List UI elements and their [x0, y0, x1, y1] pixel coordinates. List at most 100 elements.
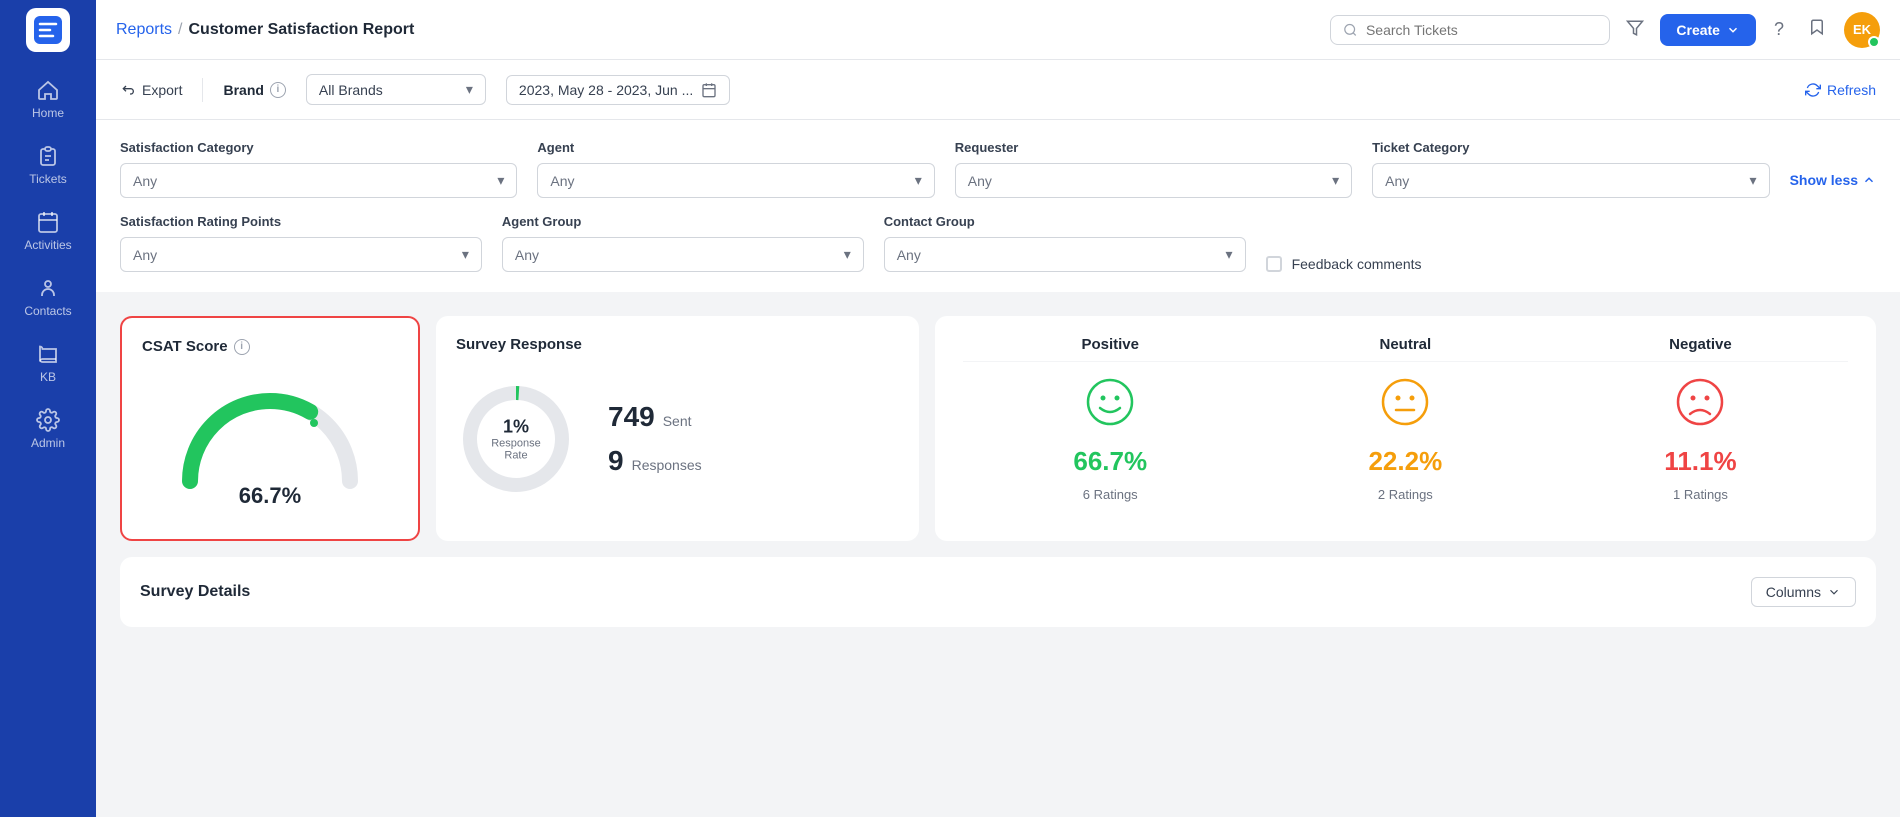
feedback-label: Feedback comments: [1292, 256, 1422, 272]
responses-stat: 9 Responses: [608, 445, 702, 477]
avatar-initials: EK: [1853, 22, 1871, 37]
survey-stats: 749 Sent 9 Responses: [608, 401, 702, 477]
show-less-label: Show less: [1790, 172, 1858, 188]
satisfaction-rating-value: Any: [133, 247, 157, 263]
csat-title-text: CSAT Score: [142, 338, 228, 355]
breadcrumb-separator: /: [178, 21, 182, 39]
agent-group-label: Agent Group: [502, 214, 864, 229]
sidebar-tickets-label: Tickets: [29, 172, 67, 186]
ratings-header: Positive Neutral Negative: [963, 336, 1848, 362]
toolbar: Export Brand i All Brands 2023, May 28 -…: [96, 60, 1900, 120]
admin-icon: [36, 408, 60, 432]
breadcrumb-current-page: Customer Satisfaction Report: [188, 21, 414, 39]
topnav: Reports / Customer Satisfaction Report C…: [96, 0, 1900, 60]
satisfaction-rating-select[interactable]: Any: [120, 237, 482, 272]
agent-chevron: [915, 172, 922, 189]
satisfaction-category-value: Any: [133, 173, 157, 189]
columns-chevron-icon: [1827, 585, 1841, 599]
filter-button[interactable]: [1622, 15, 1648, 44]
sidebar-item-admin[interactable]: Admin: [8, 398, 88, 460]
search-bar: [1330, 15, 1610, 45]
survey-details-title: Survey Details: [140, 583, 250, 601]
csat-score-card: CSAT Score i 66.7%: [120, 316, 420, 541]
csat-info-icon[interactable]: i: [234, 339, 250, 355]
columns-button[interactable]: Columns: [1751, 577, 1856, 607]
create-button[interactable]: Create: [1660, 14, 1756, 46]
agent-filter: Agent Any: [537, 140, 934, 198]
sidebar-item-tickets[interactable]: Tickets: [8, 134, 88, 196]
contact-group-filter: Contact Group Any: [884, 214, 1246, 272]
sidebar-item-activities[interactable]: Activities: [8, 200, 88, 262]
avatar[interactable]: EK: [1844, 12, 1880, 48]
ticket-category-value: Any: [1385, 173, 1409, 189]
help-button[interactable]: ?: [1768, 13, 1790, 46]
agent-select[interactable]: Any: [537, 163, 934, 198]
ticket-category-select[interactable]: Any: [1372, 163, 1769, 198]
sidebar-item-kb[interactable]: KB: [8, 332, 88, 394]
survey-details-section: Survey Details Columns: [120, 557, 1876, 627]
negative-header: Negative: [1553, 336, 1848, 353]
create-label: Create: [1676, 22, 1720, 38]
filters-section: Satisfaction Category Any Agent Any Requ…: [96, 120, 1900, 292]
kb-icon: [36, 342, 60, 366]
requester-filter: Requester Any: [955, 140, 1352, 198]
sent-count: 749: [608, 401, 655, 433]
contact-group-label: Contact Group: [884, 214, 1246, 229]
gauge-chart: [170, 381, 370, 491]
sidebar-item-contacts[interactable]: Contacts: [8, 266, 88, 328]
ratings-card: Positive Neutral Negative: [935, 316, 1876, 541]
ticket-category-filter: Ticket Category Any: [1372, 140, 1769, 198]
toolbar-divider: [202, 78, 203, 102]
home-icon: [36, 78, 60, 102]
main-content: Reports / Customer Satisfaction Report C…: [96, 0, 1900, 817]
sent-stat: 749 Sent: [608, 401, 702, 433]
columns-label: Columns: [1766, 584, 1821, 600]
requester-label: Requester: [955, 140, 1352, 155]
bookmark-button[interactable]: [1802, 12, 1832, 47]
satisfaction-rating-chevron: [462, 246, 469, 263]
date-range-picker[interactable]: 2023, May 28 - 2023, Jun ...: [506, 75, 730, 105]
search-icon: [1343, 22, 1358, 38]
cards-area: CSAT Score i 66.7%: [96, 300, 1900, 557]
sidebar-item-home[interactable]: Home: [8, 68, 88, 130]
ticket-category-label: Ticket Category: [1372, 140, 1769, 155]
breadcrumb-reports[interactable]: Reports: [116, 21, 172, 39]
satisfaction-rating-filter: Satisfaction Rating Points Any: [120, 214, 482, 272]
neutral-face: [1381, 378, 1429, 436]
calendar-icon: [701, 82, 717, 98]
brand-info-icon[interactable]: i: [270, 82, 286, 98]
positive-count: 6 Ratings: [1083, 487, 1138, 502]
tickets-icon: [36, 144, 60, 168]
csat-card-title: CSAT Score i: [142, 338, 398, 355]
activities-icon: [36, 210, 60, 234]
agent-filter-label: Agent: [537, 140, 934, 155]
responses-count: 9: [608, 445, 624, 477]
neutral-pct: 22.2%: [1368, 446, 1442, 477]
export-label: Export: [142, 82, 182, 98]
survey-card-title: Survey Response: [456, 336, 899, 353]
ratings-grid: 66.7% 6 Ratings 22.: [963, 370, 1848, 521]
feedback-checkbox[interactable]: [1266, 256, 1282, 272]
chevron-up-icon: [1862, 173, 1876, 187]
show-less-button[interactable]: Show less: [1790, 140, 1876, 188]
content-area: Export Brand i All Brands 2023, May 28 -…: [96, 60, 1900, 817]
requester-select[interactable]: Any: [955, 163, 1352, 198]
agent-group-value: Any: [515, 247, 539, 263]
donut-label: 1% Response Rate: [486, 417, 546, 462]
satisfaction-category-select[interactable]: Any: [120, 163, 517, 198]
contact-group-select[interactable]: Any: [884, 237, 1246, 272]
requester-chevron: [1332, 172, 1339, 189]
refresh-label: Refresh: [1827, 82, 1876, 98]
filter-row-2: Satisfaction Rating Points Any Agent Gro…: [120, 214, 1876, 272]
refresh-button[interactable]: Refresh: [1805, 82, 1876, 98]
export-button[interactable]: Export: [120, 82, 182, 98]
filter-row-1: Satisfaction Category Any Agent Any Requ…: [120, 140, 1876, 198]
negative-face: [1676, 378, 1724, 436]
sent-label: Sent: [663, 413, 692, 429]
agent-group-select[interactable]: Any: [502, 237, 864, 272]
contact-group-value: Any: [897, 247, 921, 263]
positive-pct: 66.7%: [1073, 446, 1147, 477]
neutral-count: 2 Ratings: [1378, 487, 1433, 502]
search-input[interactable]: [1366, 22, 1597, 38]
brand-select[interactable]: All Brands: [306, 74, 486, 105]
